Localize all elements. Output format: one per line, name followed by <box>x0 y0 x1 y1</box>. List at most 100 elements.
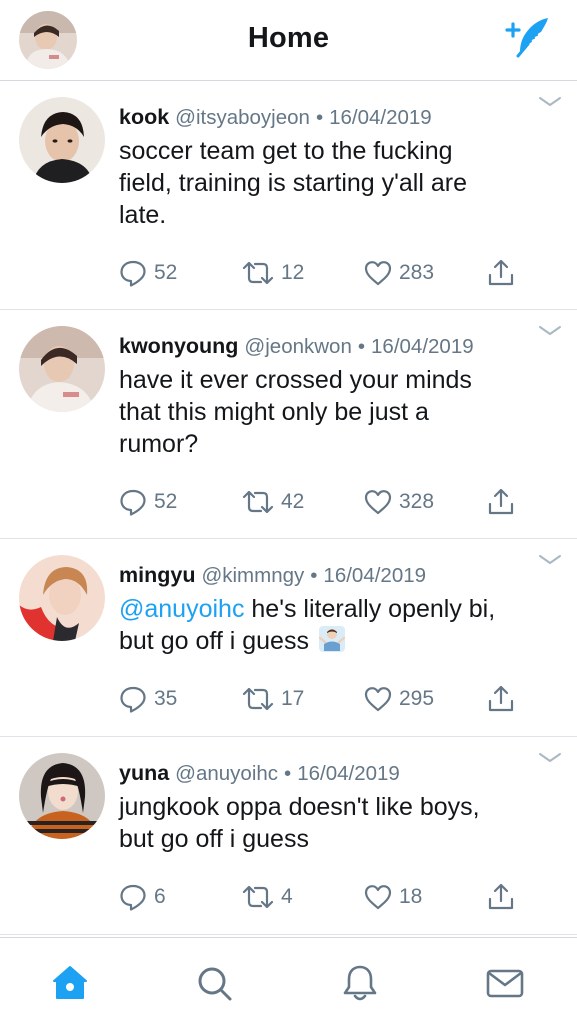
retweet-icon <box>242 687 274 711</box>
tab-messages[interactable] <box>484 962 526 1004</box>
retweet-count: 17 <box>281 687 305 710</box>
retweet-count: 42 <box>281 490 305 513</box>
tweet-header: kwonyoung @jeonkwon • 16/04/2019 <box>119 332 539 361</box>
heart-icon <box>364 261 392 286</box>
tweet-actions: 52 12 283 <box>118 256 538 290</box>
tweet-text-line: @anuyoihc he's literally openly bi, <box>119 593 539 625</box>
tweet[interactable]: kwonyoung @jeonkwon • 16/04/2019 have it… <box>0 310 577 539</box>
retweet-button[interactable]: 42 <box>241 485 304 519</box>
reply-button[interactable]: 52 <box>118 485 177 519</box>
share-icon <box>488 883 514 910</box>
share-icon <box>488 259 514 286</box>
tweet-actions: 6 4 18 <box>118 880 538 914</box>
author-name[interactable]: yuna <box>119 761 169 785</box>
tweet-header: mingyu @kimmngy • 16/04/2019 <box>119 561 539 590</box>
tweet-date: 16/04/2019 <box>323 564 427 587</box>
bottom-tab-bar <box>0 937 577 1024</box>
tweet-content: yuna @anuyoihc • 16/04/2019 jungkook opp… <box>119 759 539 855</box>
reply-count: 52 <box>154 490 178 513</box>
tweet-header: yuna @anuyoihc • 16/04/2019 <box>119 759 539 788</box>
author-name[interactable]: mingyu <box>119 563 195 587</box>
like-count: 18 <box>399 885 423 908</box>
page-title: Home <box>247 22 330 54</box>
chevron-down-icon[interactable] <box>537 553 563 567</box>
tweet-actions: 35 17 295 <box>118 682 538 716</box>
person-shrugging-emoji <box>318 626 346 652</box>
tweet-actions: 52 42 328 <box>118 485 538 519</box>
tweet-text-line: have it ever crossed your minds <box>119 366 472 394</box>
home-icon <box>53 966 87 999</box>
separator: • <box>315 106 324 129</box>
retweet-icon <box>242 490 274 514</box>
tweet-content: mingyu @kimmngy • 16/04/2019 @anuyoihc h… <box>119 561 539 657</box>
like-button[interactable]: 295 <box>363 682 434 716</box>
retweet-count: 12 <box>281 261 305 284</box>
tweet-text: jungkook oppa doesn't like boys, but go … <box>119 791 539 855</box>
tweet-text-line: soccer team get to the fucking <box>119 137 453 165</box>
author-handle[interactable]: @jeonkwon <box>244 335 351 358</box>
share-button[interactable] <box>486 880 516 914</box>
compose-feather-icon <box>505 18 548 58</box>
separator: • <box>284 762 292 785</box>
reply-count: 52 <box>154 261 178 284</box>
share-button[interactable] <box>486 256 516 290</box>
tweet-text-line: field, training is starting y'all are <box>119 169 467 197</box>
reply-button[interactable]: 6 <box>118 880 166 914</box>
author-name[interactable]: kwonyoung <box>119 334 238 358</box>
reply-button[interactable]: 35 <box>118 682 177 716</box>
retweet-icon <box>242 885 274 909</box>
tweet-text-line: but go off i guess <box>119 625 539 657</box>
retweet-count: 4 <box>281 885 293 908</box>
avatar[interactable] <box>19 97 105 183</box>
reply-button[interactable]: 52 <box>118 256 177 290</box>
mention-link[interactable]: @anuyoihc <box>119 595 244 623</box>
twitter-app: Home kook @itsyaboyjeon • 16/04/2019 soc… <box>0 0 577 1024</box>
tweet-feed: kook @itsyaboyjeon • 16/04/2019 soccer t… <box>0 81 577 935</box>
avatar[interactable] <box>19 555 105 641</box>
share-button[interactable] <box>486 485 516 519</box>
tweet[interactable]: yuna @anuyoihc • 16/04/2019 jungkook opp… <box>0 737 577 935</box>
tweet-date: 16/04/2019 <box>297 762 400 785</box>
top-header: Home <box>0 0 577 81</box>
author-name[interactable]: kook <box>119 105 169 129</box>
tab-notifications[interactable] <box>339 962 381 1004</box>
like-count: 295 <box>399 687 435 710</box>
author-handle[interactable]: @itsyaboyjeon <box>175 106 310 129</box>
author-handle[interactable]: @kimmngy <box>201 564 304 587</box>
tab-search[interactable] <box>193 962 235 1004</box>
retweet-button[interactable]: 17 <box>241 682 304 716</box>
retweet-button[interactable]: 12 <box>241 256 304 290</box>
retweet-icon <box>242 261 274 285</box>
reply-count: 6 <box>154 885 166 908</box>
tab-home[interactable] <box>49 962 91 1004</box>
like-button[interactable]: 328 <box>363 485 434 519</box>
separator: • <box>310 564 318 587</box>
heart-icon <box>364 490 392 515</box>
tweet-text-line: late. <box>119 201 167 229</box>
reply-bubble-icon <box>120 686 146 713</box>
tweet[interactable]: kook @itsyaboyjeon • 16/04/2019 soccer t… <box>0 81 577 310</box>
author-handle[interactable]: @anuyoihc <box>175 762 278 785</box>
like-button[interactable]: 283 <box>363 256 434 290</box>
tweet-text-line: that this might only be just a <box>119 398 429 426</box>
share-icon <box>488 488 514 515</box>
reply-bubble-icon <box>120 884 146 911</box>
tweet-header: kook @itsyaboyjeon • 16/04/2019 <box>119 103 539 132</box>
tweet-text-line: jungkook oppa doesn't like boys, <box>119 793 480 821</box>
avatar[interactable] <box>19 326 105 412</box>
avatar[interactable] <box>19 753 105 839</box>
like-count: 283 <box>399 261 435 284</box>
heart-icon <box>364 885 392 910</box>
reply-bubble-icon <box>120 489 146 516</box>
tweet-text-line: but go off i guess <box>119 825 309 853</box>
chevron-down-icon[interactable] <box>537 95 563 109</box>
compose-tweet-button[interactable] <box>501 14 551 58</box>
retweet-button[interactable]: 4 <box>241 880 293 914</box>
tweet[interactable]: mingyu @kimmngy • 16/04/2019 @anuyoihc h… <box>0 539 577 737</box>
share-button[interactable] <box>486 682 516 716</box>
search-icon <box>198 967 232 1001</box>
tweet-text: @anuyoihc he's literally openly bi, but … <box>119 593 539 657</box>
chevron-down-icon[interactable] <box>537 324 563 338</box>
like-button[interactable]: 18 <box>363 880 422 914</box>
chevron-down-icon[interactable] <box>537 751 563 765</box>
